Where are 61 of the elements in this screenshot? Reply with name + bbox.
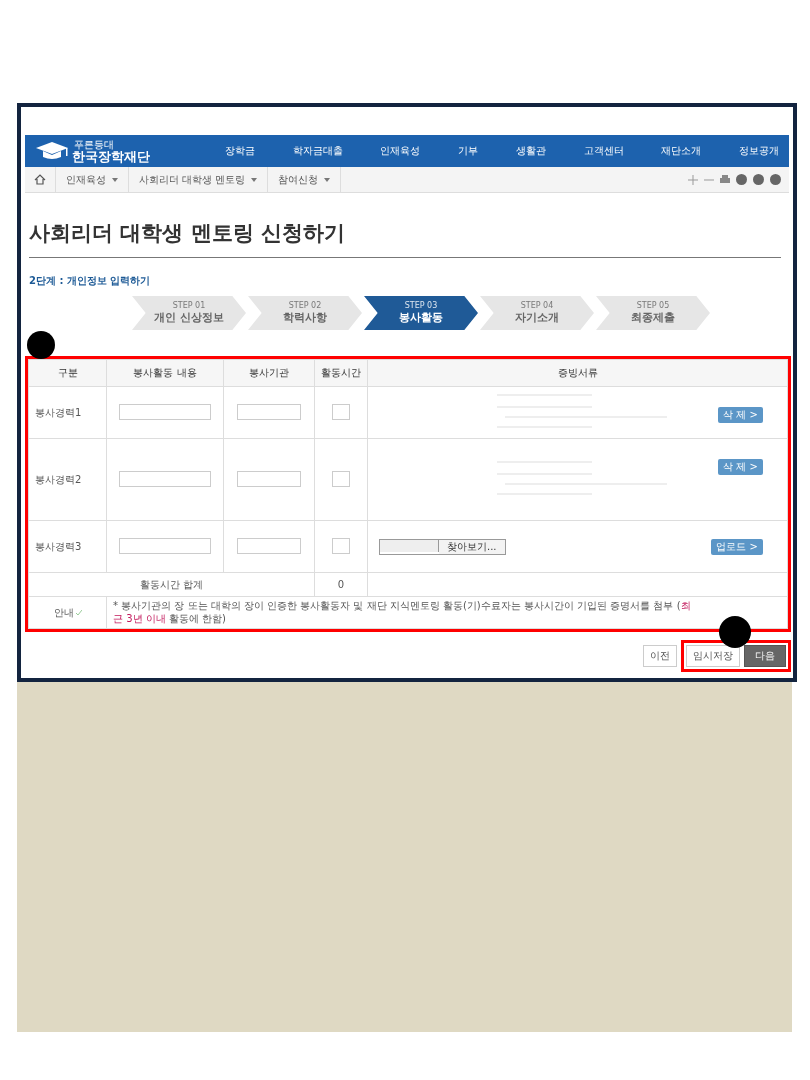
nav-link[interactable]: 정보공개 (738, 144, 779, 158)
step-tab[interactable]: STEP 05 최종제출 (596, 296, 710, 330)
step-tab[interactable]: STEP 01 개인 신상정보 (132, 296, 246, 330)
upload-button[interactable]: 업로드 > (711, 538, 763, 555)
total-label: 활동시간 합계 (28, 572, 315, 597)
column-header: 구분 (28, 359, 107, 387)
graduation-cap-icon (35, 141, 69, 161)
activity-field[interactable] (119, 470, 211, 487)
share-icon[interactable] (736, 174, 747, 185)
notice-label: 안내 (53, 605, 74, 620)
share-icon[interactable] (753, 174, 764, 185)
nav-link[interactable]: 생활관 (515, 144, 546, 158)
share-icon[interactable] (770, 174, 781, 185)
next-button[interactable]: 다음 (744, 645, 786, 667)
breadcrumb-item[interactable]: 인재육성 (56, 167, 129, 192)
check-icon (75, 609, 82, 616)
organization-field[interactable] (237, 403, 301, 420)
logo-tagline: 푸른등대 (74, 139, 114, 150)
nav-link[interactable]: 재단소개 (661, 144, 702, 158)
hours-field[interactable] (332, 403, 350, 420)
hours-field[interactable] (332, 470, 350, 487)
page-title: 사회리더 대학생 멘토링 신청하기 (29, 219, 781, 258)
home-icon[interactable] (34, 174, 46, 185)
column-header: 봉사기관 (223, 359, 315, 387)
row-label: 봉사경력2 (28, 438, 107, 521)
hours-field[interactable] (332, 537, 350, 554)
organization-field[interactable] (237, 470, 301, 487)
breadcrumb-item[interactable]: 사회리더 대학생 멘토링 (129, 167, 269, 192)
nav-link[interactable]: 장학금 (225, 144, 255, 158)
activity-field[interactable] (119, 537, 211, 554)
print-icon[interactable] (720, 174, 730, 185)
step-button[interactable]: 이전 (643, 645, 677, 667)
nav-link[interactable]: 인재육성 (380, 144, 421, 158)
step-heading: 2단계 : 개인정보 입력하기 (29, 274, 152, 288)
caret-icon (112, 177, 118, 182)
annotation-marker (719, 616, 751, 648)
breadcrumb-item[interactable]: 참여신청 (268, 167, 342, 192)
file-input[interactable]: 찾아보기... (379, 538, 506, 555)
row-label: 봉사경력3 (28, 520, 107, 573)
zoom-in-icon[interactable] (688, 174, 698, 185)
activity-field[interactable] (119, 403, 211, 420)
nav-link[interactable]: 고객센터 (583, 144, 624, 158)
total-value: 0 (314, 572, 368, 597)
nav-link[interactable]: 학자금대출 (292, 144, 343, 158)
nav-link[interactable]: 기부 (458, 144, 479, 158)
row-label: 봉사경력1 (28, 386, 107, 439)
step-tab[interactable]: STEP 04 자기소개 (480, 296, 594, 330)
step-button[interactable]: 임시저장 (686, 645, 740, 667)
organization-field[interactable] (237, 537, 301, 554)
column-header: 증빙서류 (367, 359, 788, 387)
annotation-marker (27, 331, 55, 359)
caret-icon (251, 177, 258, 182)
column-header: 봉사활동 내용 (106, 359, 224, 387)
notice-text: * 봉사기관의 장 또는 대학의 장이 인증한 봉사활동자 및 재단 지식멘토링 활동(기)수료자는 봉사시간이 기입된 증명서를 첨부 (최근 3년 이내 활동에 한함) (113, 600, 691, 624)
caret-icon (324, 177, 331, 182)
step-tab[interactable]: STEP 02 학력사항 (248, 296, 362, 330)
step-tab[interactable]: STEP 03 봉사활동 (364, 296, 478, 330)
delete-button[interactable]: 삭 제 > (718, 407, 763, 423)
delete-button[interactable]: 삭 제 > (718, 459, 763, 475)
logo-text[interactable]: 한국장학재단 (72, 149, 150, 163)
column-header: 활동시간 (314, 359, 368, 387)
